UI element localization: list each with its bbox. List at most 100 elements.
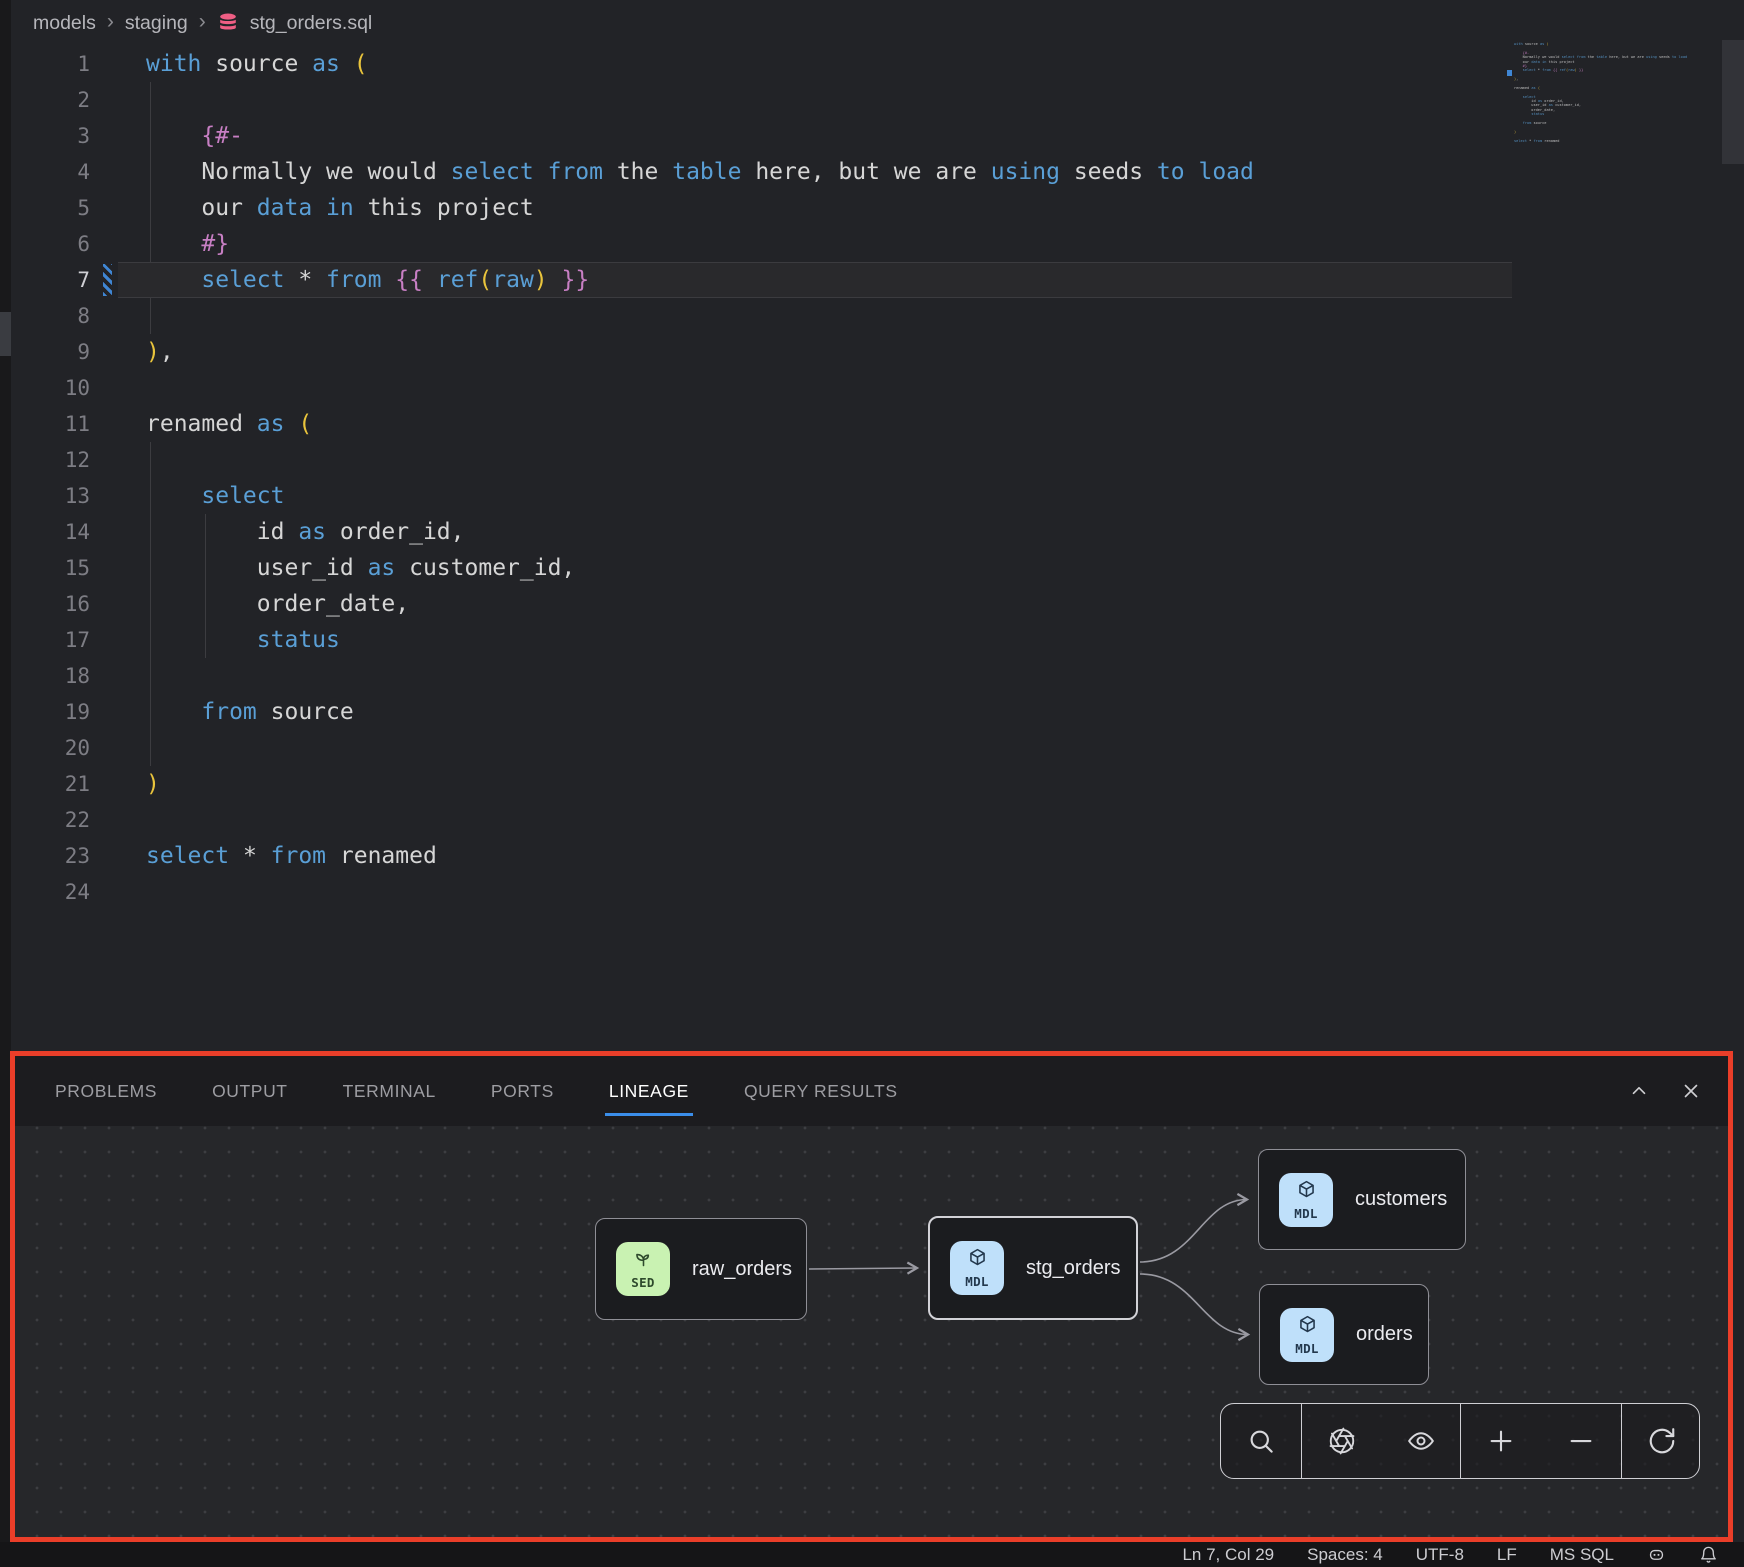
cube-icon bbox=[967, 1247, 988, 1273]
toolbar-group bbox=[1621, 1404, 1701, 1478]
copilot-icon[interactable] bbox=[1647, 1545, 1666, 1564]
status-ln-7-col-29[interactable]: Ln 7, Col 29 bbox=[1182, 1545, 1274, 1565]
lineage-node-orders[interactable]: MDL orders bbox=[1259, 1284, 1429, 1385]
code-text: renamed as ( bbox=[90, 406, 312, 442]
editor-scrollbar[interactable] bbox=[1722, 40, 1744, 164]
line-number: 12 bbox=[11, 442, 90, 478]
code-line-17[interactable]: 17 status bbox=[11, 622, 1744, 658]
node-label: raw_orders bbox=[692, 1258, 792, 1281]
zoom-out-button[interactable] bbox=[1566, 1426, 1596, 1456]
lineage-node-customers[interactable]: MDL customers bbox=[1258, 1149, 1466, 1250]
code-line-6[interactable]: 6 #} bbox=[11, 226, 1744, 262]
search-button[interactable] bbox=[1246, 1426, 1276, 1456]
breadcrumb-file[interactable]: stg_orders.sql bbox=[250, 12, 372, 35]
code-line-16[interactable]: 16 order_date, bbox=[11, 586, 1744, 622]
node-badge-mdl: MDL bbox=[1279, 1173, 1333, 1227]
lineage-node-stg_orders[interactable]: MDLstg_orders bbox=[928, 1216, 1138, 1320]
refresh-button[interactable] bbox=[1647, 1426, 1677, 1456]
code-line-23[interactable]: 23select * from renamed bbox=[11, 838, 1744, 874]
line-number: 8 bbox=[11, 298, 90, 334]
tab-output[interactable]: OUTPUT bbox=[210, 1081, 290, 1102]
tab-query-results[interactable]: QUERY RESULTS bbox=[742, 1081, 900, 1102]
line-number: 4 bbox=[11, 154, 90, 190]
line-number: 19 bbox=[11, 694, 90, 730]
cube-icon bbox=[1296, 1179, 1317, 1205]
database-icon bbox=[217, 12, 239, 34]
code-line-12[interactable]: 12 bbox=[11, 442, 1744, 478]
activity-strip-indicator[interactable] bbox=[0, 312, 11, 356]
code-line-10[interactable]: 10 bbox=[11, 370, 1744, 406]
panel-tab-bar: PROBLEMS OUTPUT TERMINAL PORTS LINEAGE QUERY … bbox=[15, 1056, 1728, 1126]
code-line-13[interactable]: 13 select bbox=[11, 478, 1744, 514]
line-number: 24 bbox=[11, 874, 90, 910]
code-line-14[interactable]: 14 id as order_id, bbox=[11, 514, 1744, 550]
breadcrumb-folder[interactable]: models bbox=[33, 12, 96, 35]
code-text: select * from {{ ref(raw) }} bbox=[90, 262, 589, 298]
panel-actions bbox=[1628, 1080, 1702, 1102]
aperture-button[interactable] bbox=[1327, 1426, 1357, 1456]
code-line-21[interactable]: 21) bbox=[11, 766, 1744, 802]
code-text bbox=[90, 730, 146, 766]
code-line-24[interactable]: 24 bbox=[11, 874, 1744, 910]
bell-icon[interactable] bbox=[1699, 1545, 1718, 1564]
code-line-18[interactable]: 18 bbox=[11, 658, 1744, 694]
lineage-node-raw_orders[interactable]: SEDraw_orders bbox=[595, 1218, 807, 1320]
node-badge-mdl: MDL bbox=[950, 1241, 1004, 1295]
code-line-19[interactable]: 19 from source bbox=[11, 694, 1744, 730]
eye-button[interactable] bbox=[1406, 1426, 1436, 1456]
code-line-5[interactable]: 5 our data in this project bbox=[11, 190, 1744, 226]
toolbar-group bbox=[1221, 1404, 1301, 1478]
cube-icon bbox=[1297, 1314, 1318, 1340]
tab-problems[interactable]: PROBLEMS bbox=[53, 1081, 159, 1102]
code-text bbox=[90, 82, 146, 118]
tab-ports[interactable]: PORTS bbox=[489, 1081, 556, 1102]
status-spaces-4[interactable]: Spaces: 4 bbox=[1307, 1545, 1383, 1565]
line-number: 2 bbox=[11, 82, 90, 118]
code-line-20[interactable]: 20 bbox=[11, 730, 1744, 766]
code-line-22[interactable]: 22 bbox=[11, 802, 1744, 838]
status-lf[interactable]: LF bbox=[1497, 1545, 1517, 1565]
status-utf-8[interactable]: UTF-8 bbox=[1416, 1545, 1464, 1565]
line-number: 17 bbox=[11, 622, 90, 658]
code-text: status bbox=[90, 622, 340, 658]
code-text: our data in this project bbox=[90, 190, 534, 226]
code-text: ) bbox=[90, 766, 160, 802]
lineage-toolbar bbox=[1220, 1403, 1700, 1479]
toolbar-group bbox=[1460, 1404, 1621, 1478]
code-line-7[interactable]: 7 select * from {{ ref(raw) }} bbox=[11, 262, 1744, 298]
line-number: 22 bbox=[11, 802, 90, 838]
tab-lineage[interactable]: LINEAGE bbox=[607, 1081, 691, 1102]
code-line-9[interactable]: 9), bbox=[11, 334, 1744, 370]
minimap[interactable]: with source as ( {#- Normally we would s… bbox=[1514, 42, 1690, 147]
badge-label: MDL bbox=[1294, 1206, 1317, 1221]
code-line-4[interactable]: 4 Normally we would select from the tabl… bbox=[11, 154, 1744, 190]
line-number: 5 bbox=[11, 190, 90, 226]
minimap-modified-marker bbox=[1507, 70, 1512, 76]
close-icon[interactable] bbox=[1680, 1080, 1702, 1102]
node-label: customers bbox=[1355, 1188, 1447, 1211]
zoom-in-button[interactable] bbox=[1486, 1426, 1516, 1456]
node-badge-mdl: MDL bbox=[1280, 1308, 1334, 1362]
code-text bbox=[90, 442, 146, 478]
breadcrumb-folder[interactable]: staging bbox=[125, 12, 188, 35]
code-line-11[interactable]: 11renamed as ( bbox=[11, 406, 1744, 442]
code-line-8[interactable]: 8 bbox=[11, 298, 1744, 334]
code-text: ), bbox=[90, 334, 174, 370]
code-text: id as order_id, bbox=[90, 514, 465, 550]
code-line-1[interactable]: 1with source as ( bbox=[11, 46, 1744, 82]
line-number: 21 bbox=[11, 766, 90, 802]
tab-terminal[interactable]: TERMINAL bbox=[341, 1081, 438, 1102]
code-line-3[interactable]: 3 {#- bbox=[11, 118, 1744, 154]
chevron-up-icon[interactable] bbox=[1628, 1080, 1650, 1102]
breadcrumb-separator: › bbox=[107, 10, 114, 34]
code-editor[interactable]: 1with source as (23 {#-4 Normally we wou… bbox=[11, 46, 1744, 910]
code-line-15[interactable]: 15 user_id as customer_id, bbox=[11, 550, 1744, 586]
code-text: select * from renamed bbox=[90, 838, 437, 874]
line-number: 16 bbox=[11, 586, 90, 622]
status-ms-sql[interactable]: MS SQL bbox=[1550, 1545, 1614, 1565]
code-text bbox=[90, 298, 146, 334]
node-label: orders bbox=[1356, 1323, 1413, 1346]
seedling-icon bbox=[633, 1248, 654, 1274]
line-number: 6 bbox=[11, 226, 90, 262]
code-line-2[interactable]: 2 bbox=[11, 82, 1744, 118]
